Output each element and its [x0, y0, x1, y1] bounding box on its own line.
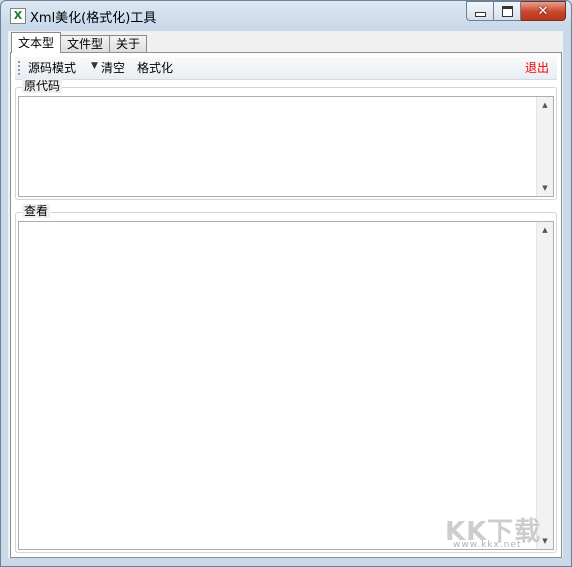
view-label: 查看: [22, 204, 51, 218]
scroll-up-icon[interactable]: ▲: [537, 97, 553, 113]
close-icon: ✕: [537, 3, 549, 19]
tab-strip: 文本型 文件型 关于: [11, 32, 148, 53]
tab-file[interactable]: 文件型: [60, 35, 111, 53]
source-code-group: 原代码 ▲ ▼: [15, 79, 557, 200]
tab-panel-text: 源码模式 ▼ 清空 格式化 退出 原代码 ▲ ▼ 查看 ▲ ▼ KK下载 www…: [10, 52, 562, 558]
title-bar[interactable]: X Xml美化(格式化)工具 ✕: [1, 1, 571, 29]
mode-dropdown-button[interactable]: 源码模式: [28, 60, 76, 76]
maximize-button[interactable]: [494, 1, 521, 21]
toolbar: 源码模式 ▼ 清空 格式化 退出: [15, 57, 557, 80]
scroll-up-icon[interactable]: ▲: [537, 222, 553, 238]
close-button[interactable]: ✕: [521, 1, 566, 21]
source-code-textarea[interactable]: ▲ ▼: [18, 96, 554, 197]
clear-button[interactable]: 清空: [101, 60, 125, 76]
tab-text[interactable]: 文本型: [11, 32, 62, 53]
caption-buttons: ✕: [466, 1, 566, 21]
tab-about[interactable]: 关于: [109, 35, 148, 53]
window-title: Xml美化(格式化)工具: [30, 11, 157, 26]
source-scrollbar[interactable]: ▲ ▼: [536, 97, 553, 196]
view-textarea[interactable]: ▲ ▼: [18, 221, 554, 550]
client-area: 文本型 文件型 关于 源码模式 ▼ 清空 格式化 退出 原代码 ▲ ▼ 查看 ▲…: [8, 31, 563, 558]
dropdown-arrow-icon[interactable]: ▼: [91, 61, 98, 71]
watermark: KK下载 www.kkx.net: [445, 511, 555, 551]
app-window: X Xml美化(格式化)工具 ✕ 文本型 文件型 关于 源码模式 ▼ 清空 格式…: [0, 0, 572, 567]
app-icon: X: [10, 8, 26, 24]
view-scrollbar[interactable]: ▲ ▼: [536, 222, 553, 549]
watermark-url: www.kkx.net: [453, 540, 522, 550]
scroll-down-icon[interactable]: ▼: [537, 180, 553, 196]
view-group: 查看 ▲ ▼: [15, 204, 557, 553]
toolbar-grip-icon[interactable]: [18, 61, 20, 75]
source-code-label: 原代码: [22, 79, 63, 93]
exit-button[interactable]: 退出: [525, 60, 549, 76]
format-button[interactable]: 格式化: [137, 60, 173, 76]
minimize-button[interactable]: [466, 1, 494, 21]
minimize-icon: [474, 11, 486, 17]
maximize-icon: [501, 5, 513, 17]
